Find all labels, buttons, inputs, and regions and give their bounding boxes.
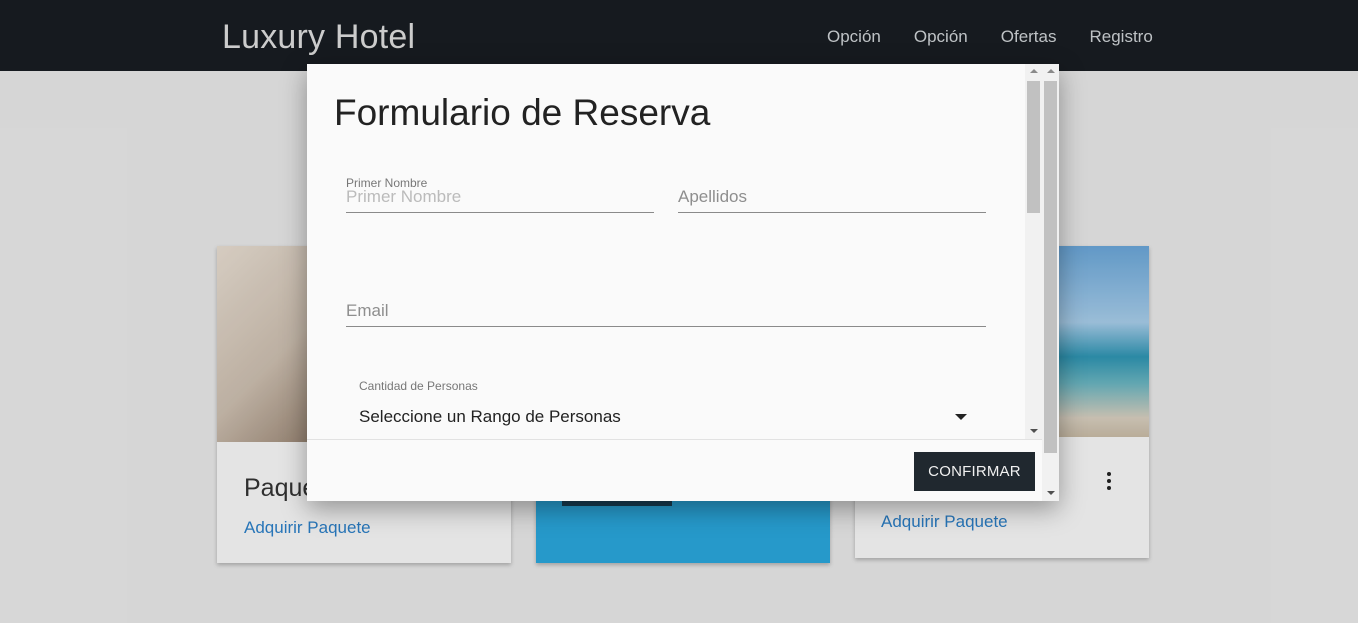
scroll-down-icon[interactable] — [1047, 491, 1055, 495]
reservation-modal: Formulario de Reserva Primer Nombre Prim… — [307, 64, 1059, 501]
dropdown-arrow-icon[interactable] — [955, 414, 967, 420]
persons-select-label: Cantidad de Personas — [359, 379, 478, 393]
email-placeholder: Email — [346, 301, 389, 320]
email-field[interactable]: Email — [346, 301, 986, 327]
last-name-field[interactable]: Apellidos — [678, 187, 986, 213]
scroll-up-icon[interactable] — [1030, 69, 1038, 73]
first-name-placeholder: Primer Nombre — [346, 187, 462, 206]
modal-body-scrollbar[interactable] — [1025, 64, 1042, 439]
persons-select[interactable]: Seleccione un Rango de Personas — [359, 407, 621, 427]
scroll-down-icon[interactable] — [1030, 429, 1038, 433]
modal-footer: CONFIRMAR — [307, 439, 1042, 501]
modal-body: Formulario de Reserva Primer Nombre Prim… — [307, 64, 1025, 439]
scrollbar-thumb[interactable] — [1044, 81, 1057, 453]
scroll-up-icon[interactable] — [1047, 69, 1055, 73]
modal-scrollbar[interactable] — [1042, 64, 1059, 501]
first-name-field[interactable]: Primer Nombre Primer Nombre — [346, 176, 654, 213]
last-name-placeholder: Apellidos — [678, 187, 747, 206]
confirm-button[interactable]: CONFIRMAR — [914, 452, 1035, 491]
modal-title: Formulario de Reserva — [334, 92, 711, 133]
scrollbar-thumb[interactable] — [1027, 81, 1040, 213]
